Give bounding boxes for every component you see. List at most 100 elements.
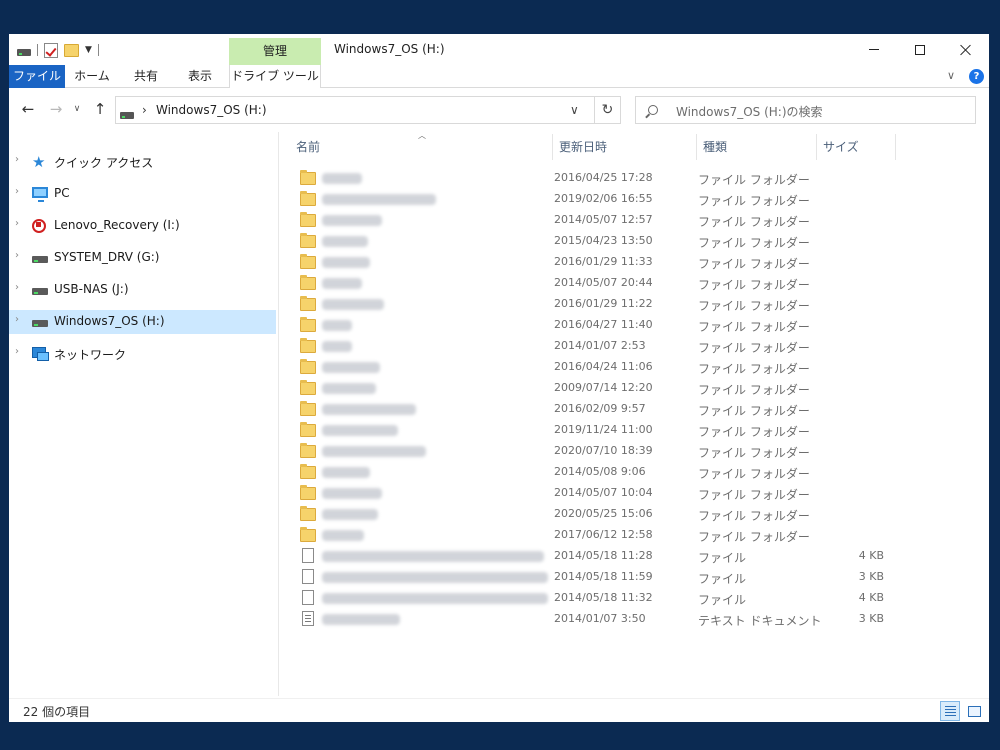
properties-icon[interactable] [44, 42, 58, 58]
file-row[interactable]: 2014/01/07 3:50 テキスト ドキュメント 3 KB [294, 609, 904, 630]
folder-row[interactable]: 2019/02/06 16:55 ファイル フォルダー [294, 189, 904, 210]
column-header-date[interactable]: 更新日時 [552, 134, 696, 160]
file-type: ファイル [698, 551, 747, 565]
folder-row[interactable]: 2014/01/07 2:53 ファイル フォルダー [294, 336, 904, 357]
file-type: ファイル フォルダー [698, 194, 810, 208]
column-header-name[interactable]: 名前 [290, 134, 552, 160]
folder-row[interactable]: 2019/11/24 11:00 ファイル フォルダー [294, 420, 904, 441]
column-header-type[interactable]: 種類 [696, 134, 816, 160]
file-row[interactable]: 2014/05/18 11:32 ファイル 4 KB [294, 588, 904, 609]
large-icons-view-button[interactable] [964, 701, 984, 721]
folder-row[interactable]: 2016/04/25 17:28 ファイル フォルダー [294, 168, 904, 189]
file-type: ファイル フォルダー [698, 362, 810, 376]
redacted-filename [322, 362, 380, 373]
tab-manage-context[interactable]: 管理 [229, 38, 321, 65]
search-input[interactable]: Windows7_OS (H:)の検索 [635, 96, 976, 124]
expand-chevron-icon[interactable]: › [15, 250, 19, 261]
folder-icon [300, 191, 316, 206]
expand-chevron-icon[interactable]: › [15, 218, 19, 229]
modified-date: 2016/04/24 11:06 [554, 360, 653, 373]
expand-chevron-icon[interactable]: › [15, 346, 19, 357]
redacted-filename [322, 215, 382, 226]
file-type: ファイル [698, 593, 747, 607]
redacted-filename [322, 320, 352, 331]
status-bar: 22 個の項目 [9, 698, 989, 722]
folder-row[interactable]: 2017/06/12 12:58 ファイル フォルダー [294, 525, 904, 546]
up-button[interactable]: ↑ [91, 100, 109, 118]
folder-row[interactable]: 2016/04/24 11:06 ファイル フォルダー [294, 357, 904, 378]
minimize-button[interactable] [851, 34, 897, 65]
folder-row[interactable]: 2016/04/27 11:40 ファイル フォルダー [294, 315, 904, 336]
redacted-filename [322, 383, 376, 394]
close-icon [960, 44, 972, 56]
expand-chevron-icon[interactable]: › [15, 314, 19, 325]
search-placeholder: Windows7_OS (H:)の検索 [676, 105, 823, 119]
folder-row[interactable]: 2020/07/10 18:39 ファイル フォルダー [294, 441, 904, 462]
folder-row[interactable]: 2014/05/07 12:57 ファイル フォルダー [294, 210, 904, 231]
sidebar-item-usb-nas[interactable]: › USB-NAS (J:) [9, 278, 276, 302]
folder-row[interactable]: 2015/04/23 13:50 ファイル フォルダー [294, 231, 904, 252]
address-row: ← → ∨ ↑ › Windows7_OS (H:) ∨ ↻ Windows7_… [9, 92, 989, 128]
file-type: ファイル フォルダー [698, 467, 810, 481]
folder-row[interactable]: 2016/01/29 11:33 ファイル フォルダー [294, 252, 904, 273]
new-folder-icon[interactable] [64, 43, 79, 57]
file-row[interactable]: 2014/05/18 11:28 ファイル 4 KB [294, 546, 904, 567]
refresh-button[interactable]: ↻ [594, 97, 620, 123]
expand-chevron-icon[interactable]: › [15, 154, 19, 165]
modified-date: 2016/01/29 11:22 [554, 297, 653, 310]
redacted-filename [322, 551, 544, 562]
modified-date: 2020/07/10 18:39 [554, 444, 653, 457]
tab-file[interactable]: ファイル [9, 65, 65, 88]
file-type: ファイル フォルダー [698, 236, 810, 250]
customize-toolbar-icon[interactable]: ▼ [85, 45, 92, 55]
column-headers: 名前 更新日時 種類 サイズ [280, 134, 989, 160]
modified-date: 2020/05/25 15:06 [554, 507, 653, 520]
tab-view[interactable]: 表示 [175, 65, 225, 88]
folder-row[interactable]: 2014/05/08 9:06 ファイル フォルダー [294, 462, 904, 483]
details-view-button[interactable] [940, 701, 960, 721]
column-header-size[interactable]: サイズ [816, 134, 896, 160]
folder-icon [300, 506, 316, 521]
maximize-button[interactable] [897, 34, 943, 65]
help-icon[interactable]: ? [969, 69, 984, 84]
tab-drive-tools[interactable]: ドライブ ツール [229, 65, 321, 88]
folder-icon [300, 527, 316, 542]
file-type: ファイル フォルダー [698, 173, 810, 187]
sidebar-item-windows7-os[interactable]: › Windows7_OS (H:) [9, 310, 276, 334]
folder-row[interactable]: 2020/05/25 15:06 ファイル フォルダー [294, 504, 904, 525]
file-type: ファイル フォルダー [698, 299, 810, 313]
redacted-filename [322, 488, 382, 499]
sidebar-item-lenovo-recovery[interactable]: › Lenovo_Recovery (I:) [9, 214, 276, 238]
address-dropdown-icon[interactable]: ∨ [570, 103, 579, 117]
breadcrumb-current[interactable]: Windows7_OS (H:) [156, 103, 267, 117]
breadcrumb-chevron-icon[interactable]: › [142, 103, 147, 117]
folder-row[interactable]: 2014/05/07 10:04 ファイル フォルダー [294, 483, 904, 504]
back-button[interactable]: ← [19, 100, 37, 118]
sidebar-item-pc[interactable]: › PC [9, 182, 276, 206]
redacted-filename [322, 593, 548, 604]
folder-row[interactable]: 2016/01/29 11:22 ファイル フォルダー [294, 294, 904, 315]
sidebar-item-network[interactable]: › ネットワーク [9, 342, 276, 366]
sidebar-item-system-drv[interactable]: › SYSTEM_DRV (G:) [9, 246, 276, 270]
expand-chevron-icon[interactable]: › [15, 186, 19, 197]
folder-row[interactable]: 2009/07/14 12:20 ファイル フォルダー [294, 378, 904, 399]
window-title: Windows7_OS (H:) [334, 42, 445, 56]
modified-date: 2016/04/27 11:40 [554, 318, 653, 331]
folder-row[interactable]: 2014/05/07 20:44 ファイル フォルダー [294, 273, 904, 294]
tab-share[interactable]: 共有 [121, 65, 171, 88]
expand-ribbon-chevron-icon[interactable]: ∨ [947, 69, 955, 82]
file-row[interactable]: 2014/05/18 11:59 ファイル 3 KB [294, 567, 904, 588]
folder-icon [300, 422, 316, 437]
address-bar[interactable]: › Windows7_OS (H:) ∨ ↻ [115, 96, 621, 124]
network-icon [32, 347, 49, 361]
expand-chevron-icon[interactable]: › [15, 282, 19, 293]
forward-button[interactable]: → [47, 100, 65, 118]
redacted-filename [322, 404, 416, 415]
sidebar-item-quick-access[interactable]: › ★ クイック アクセス [9, 150, 276, 174]
close-button[interactable] [943, 34, 989, 65]
tab-home[interactable]: ホーム [67, 65, 117, 88]
title-bar: ▼ 管理 Windows7_OS (H:) [9, 34, 989, 65]
recent-locations-chevron-icon[interactable]: ∨ [71, 100, 83, 118]
sidebar-item-label: Lenovo_Recovery (I:) [54, 218, 180, 232]
folder-row[interactable]: 2016/02/09 9:57 ファイル フォルダー [294, 399, 904, 420]
